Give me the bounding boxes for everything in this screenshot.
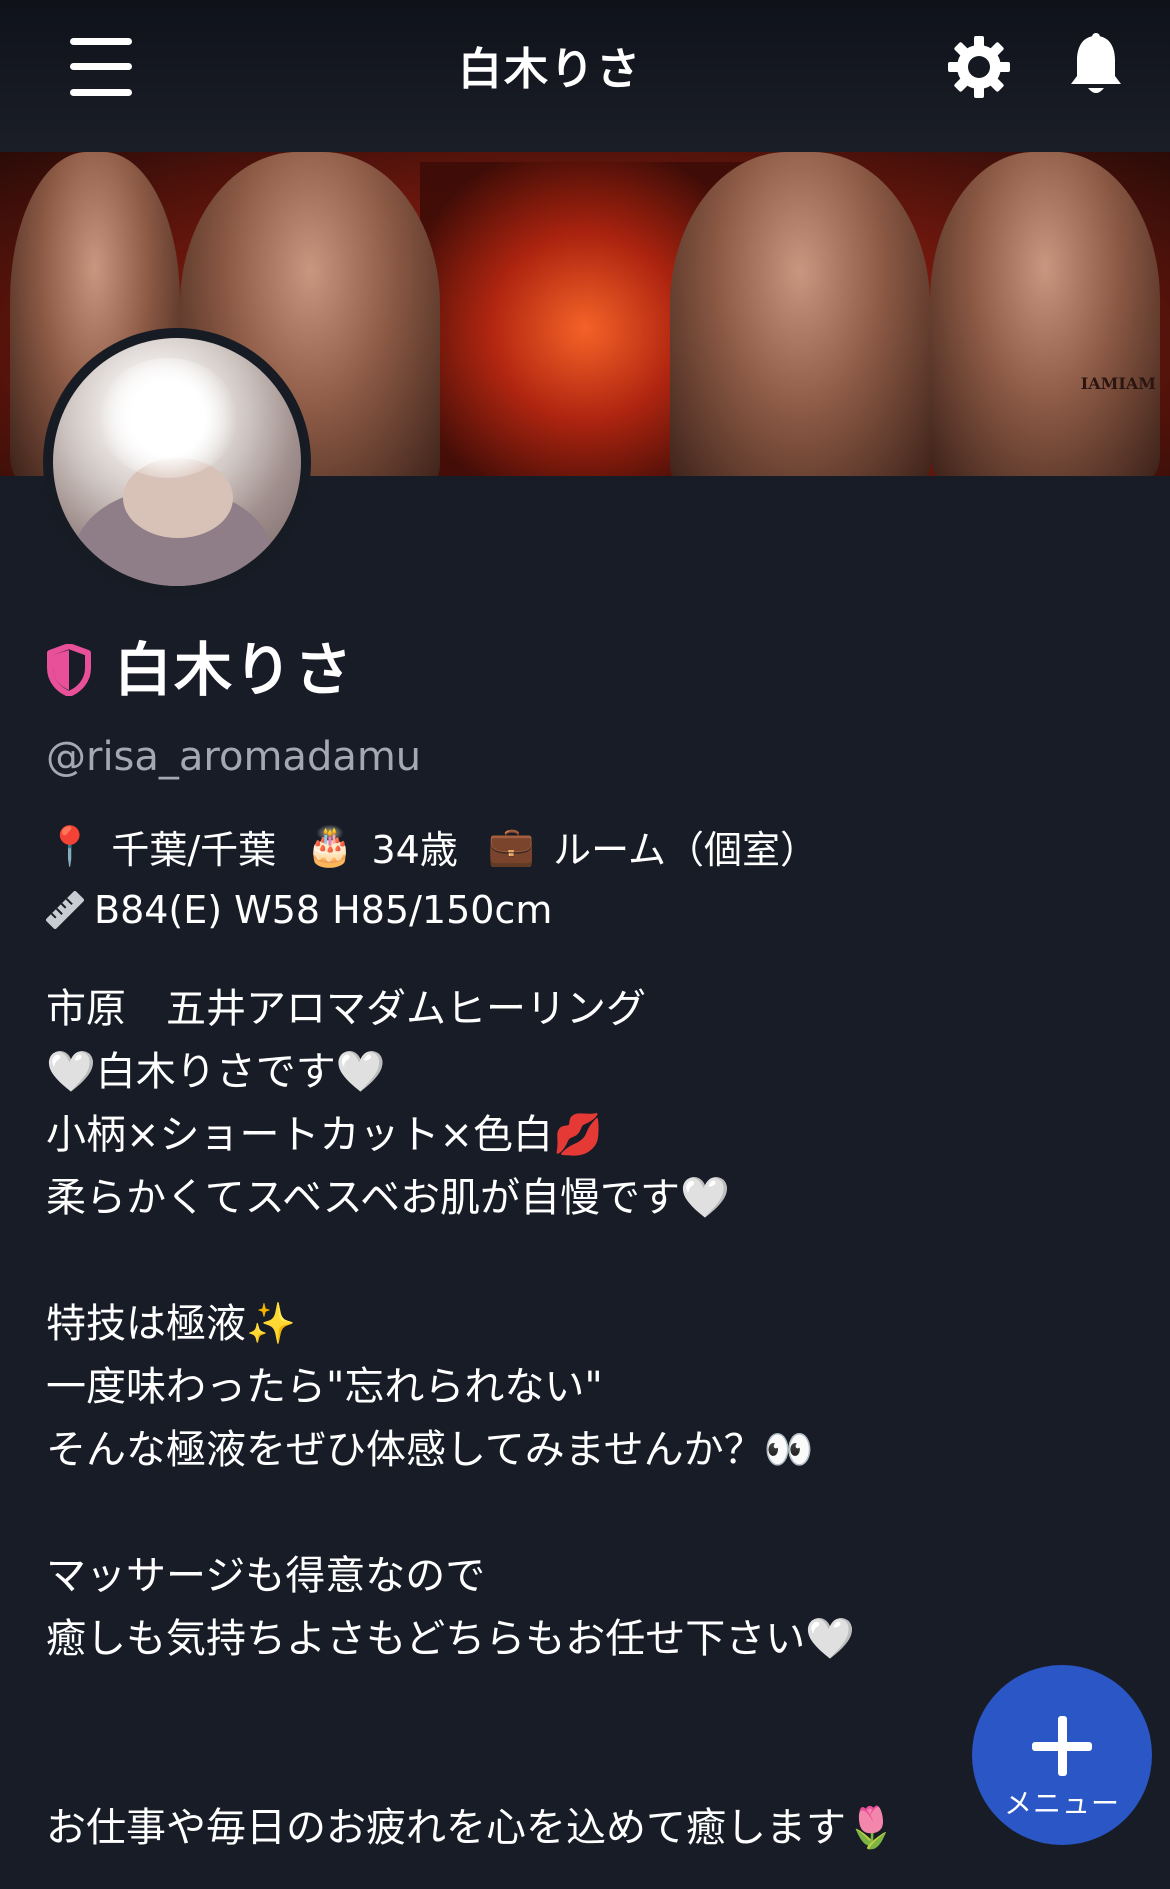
gear-icon[interactable] bbox=[946, 34, 1012, 100]
bio-line bbox=[46, 1671, 1046, 1734]
display-name: 白木りさ bbox=[114, 636, 355, 704]
measurements-text: B84(E) W58 H85/150cm bbox=[94, 888, 553, 932]
plus-icon bbox=[1058, 1716, 1067, 1776]
shield-icon bbox=[47, 644, 91, 696]
header-title: 白木りさ bbox=[458, 44, 642, 95]
bio-line bbox=[46, 1734, 1046, 1797]
cover-brand-text: IAMIAM bbox=[1080, 374, 1156, 393]
location-pin-icon: 📍 bbox=[46, 823, 94, 868]
profile-measurements-row: B84(E) W58 H85/150cm bbox=[46, 882, 582, 938]
profile-name-row: 白木りさ bbox=[46, 630, 354, 710]
bio-line bbox=[46, 1230, 1046, 1293]
ruler-icon bbox=[46, 891, 84, 929]
bio-line: マッサージも得意なので bbox=[46, 1553, 486, 1599]
bio-line bbox=[46, 1482, 1046, 1545]
bio-line: 🤍白木りさです🤍 bbox=[46, 1049, 386, 1095]
bio-line: 特技は極液✨ bbox=[46, 1301, 296, 1347]
avatar-photo bbox=[53, 338, 301, 586]
location-text: 千葉/千葉 bbox=[111, 827, 277, 872]
menu-fab-button[interactable]: メニュー bbox=[972, 1665, 1152, 1845]
bio-line: 柔らかくてスベスベお肌が自慢です🤍 bbox=[46, 1175, 730, 1221]
fab-label: メニュー bbox=[1003, 1787, 1120, 1820]
bio-line: 小柄×ショートカット×色白💋 bbox=[46, 1112, 603, 1158]
cover-figure bbox=[670, 152, 930, 476]
avatar[interactable] bbox=[43, 328, 311, 596]
bio-line: そんな極液をぜひ体感してみませんか？👀 bbox=[46, 1427, 814, 1473]
username: @risa_aromadamu bbox=[46, 734, 422, 780]
bio-line: 一度味わったら"忘れられない" bbox=[46, 1364, 603, 1410]
bell-icon[interactable] bbox=[1068, 32, 1124, 100]
birthday-cake-icon: 🎂 bbox=[306, 823, 354, 868]
briefcase-icon: 💼 bbox=[487, 823, 536, 868]
top-app-bar: 白木りさ bbox=[0, 0, 1170, 152]
profile-bio: 市原 五井アロマダムヒーリング 🤍白木りさです🤍 小柄×ショートカット×色白💋 … bbox=[46, 978, 1046, 1860]
profile-meta-row: 📍 千葉/千葉 🎂 34歳 💼 ルーム（個室） bbox=[46, 818, 848, 874]
bio-line: お仕事や毎日のお疲れを心を込めて癒します🌷 bbox=[46, 1805, 896, 1851]
bio-line: 癒しも気持ちよさもどちらもお任せ下さい🤍 bbox=[46, 1616, 856, 1662]
bio-line: 市原 五井アロマダムヒーリング bbox=[46, 986, 646, 1032]
age-text: 34歳 bbox=[371, 827, 458, 872]
work-text: ルーム（個室） bbox=[553, 827, 819, 872]
cover-figure bbox=[930, 152, 1160, 476]
